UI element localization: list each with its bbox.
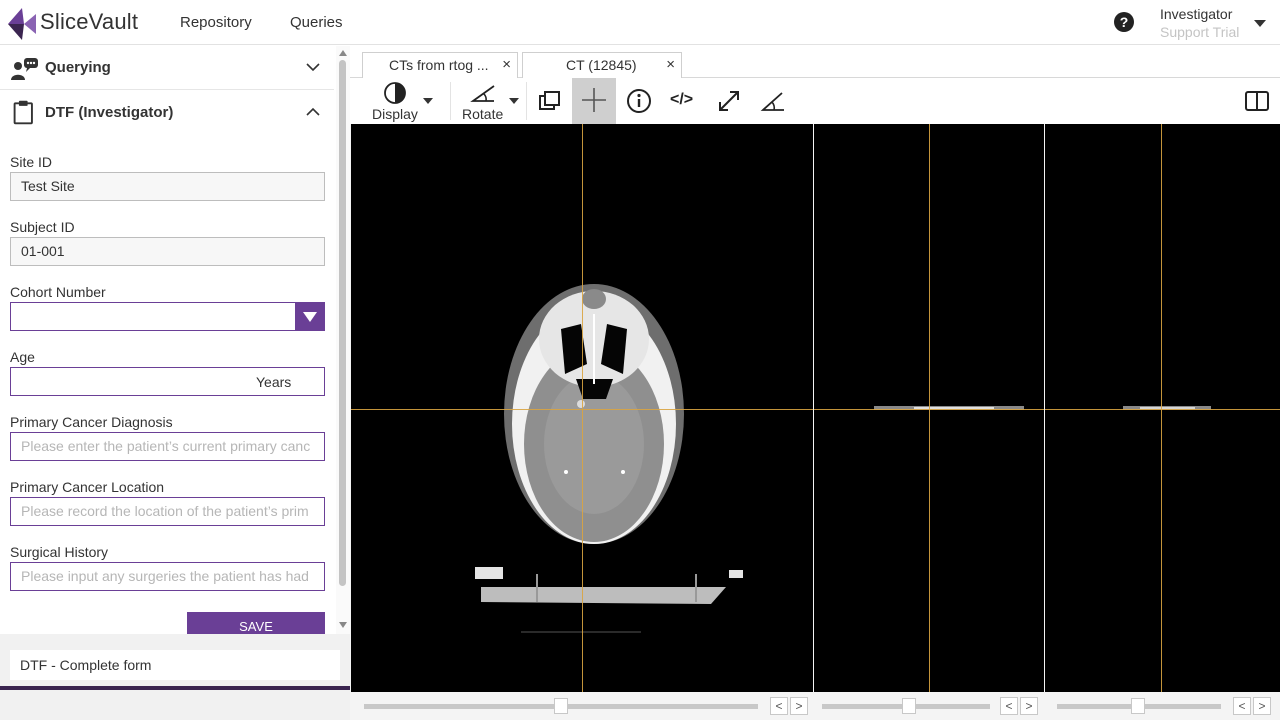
crosshair-horizontal[interactable] <box>814 409 1044 410</box>
subject-id-field[interactable]: 01-001 <box>10 237 325 266</box>
next-slice-button[interactable]: > <box>1253 697 1271 715</box>
top-bar: SliceVault Repository Queries ? Investig… <box>0 0 1280 45</box>
display-caret-icon[interactable] <box>423 98 433 104</box>
info-icon <box>627 89 651 113</box>
sidebar-scrollbar[interactable] <box>336 46 350 636</box>
tab-ct-12845[interactable]: CT (12845) × <box>522 52 682 78</box>
code-button[interactable]: </> <box>664 78 704 124</box>
rotate-label: Rotate <box>462 106 504 122</box>
close-icon[interactable]: × <box>666 56 675 73</box>
site-id-field[interactable]: Test Site <box>10 172 325 201</box>
scroll-down-icon[interactable] <box>339 622 347 628</box>
surgical-history-field[interactable]: Please input any surgeries the patient h… <box>10 562 325 591</box>
dtf-title: DTF (Investigator) <box>45 104 174 121</box>
slicevault-logo-icon[interactable] <box>4 4 38 42</box>
location-label: Primary Cancer Location <box>10 479 165 495</box>
next-slice-button[interactable]: > <box>1020 697 1038 715</box>
brand-name[interactable]: SliceVault <box>40 9 138 35</box>
sagittal-slice-bar: < > <box>1045 694 1280 718</box>
tab-label: CT (12845) <box>566 57 637 73</box>
info-button[interactable] <box>620 78 660 124</box>
tab-ct-series[interactable]: CTs from rtog ... × <box>362 52 518 78</box>
left-panel: Querying DTF (Investigator) Site ID Test… <box>0 46 350 720</box>
surgical-history-label: Surgical History <box>10 544 109 560</box>
save-button[interactable]: SAVE <box>187 612 325 634</box>
coronal-viewport[interactable] <box>814 124 1044 692</box>
scroll-up-icon[interactable] <box>339 50 347 56</box>
angle-rotate-icon <box>470 85 495 102</box>
querying-title: Querying <box>45 59 111 76</box>
cohort-number-select[interactable] <box>10 302 325 331</box>
user-role: Support Trial <box>1160 24 1240 40</box>
crosshair-button[interactable] <box>572 78 616 124</box>
crosshair-horizontal[interactable] <box>351 409 813 410</box>
viewer-toolbar: Display Rotate </> <box>350 78 1280 124</box>
crosshair-horizontal[interactable] <box>1045 409 1280 410</box>
display-label: Display <box>372 106 418 122</box>
diagnosis-field[interactable]: Please enter the patient’s current prima… <box>10 432 325 461</box>
dtf-complete-form-item[interactable]: DTF - Complete form <box>10 650 340 680</box>
dropdown-arrow-icon[interactable] <box>295 302 325 331</box>
next-slice-button[interactable]: > <box>790 697 808 715</box>
expand-icon <box>719 91 739 111</box>
axial-slice-thumb[interactable] <box>554 698 568 714</box>
cohort-number-label: Cohort Number <box>10 284 106 300</box>
sagittal-slice-thumb[interactable] <box>1131 698 1145 714</box>
angle-measure-button[interactable] <box>754 78 794 124</box>
coronal-slice-thumb[interactable] <box>902 698 916 714</box>
axial-slice-bar: < > <box>350 694 813 718</box>
viewer-tabs: CTs from rtog ... × CT (12845) × <box>350 46 1280 78</box>
crosshair-vertical[interactable] <box>582 124 583 692</box>
split-view-icon <box>1245 91 1269 111</box>
chevron-up-icon[interactable] <box>306 105 320 119</box>
crosshair-icon <box>582 88 606 112</box>
prev-slice-button[interactable]: < <box>1000 697 1018 715</box>
close-icon[interactable]: × <box>502 56 511 73</box>
crosshair-vertical[interactable] <box>929 124 930 692</box>
coronal-slice-bar: < > <box>814 694 1044 718</box>
users-chat-icon <box>11 58 38 80</box>
angle-measure-icon <box>760 92 784 111</box>
age-unit: Years <box>256 374 292 390</box>
tab-label: CTs from rtog ... <box>389 57 489 73</box>
toolbar-separator <box>526 82 527 120</box>
dtf-section-header[interactable]: DTF (Investigator) <box>0 91 334 137</box>
axial-viewport[interactable] <box>351 124 813 692</box>
scrollbar-thumb[interactable] <box>339 60 346 586</box>
image-viewer: CTs from rtog ... × CT (12845) × Display… <box>350 46 1280 720</box>
prev-slice-button[interactable]: < <box>1233 697 1251 715</box>
surgical-history-placeholder: Please input any surgeries the patient h… <box>21 568 309 584</box>
layers-icon <box>539 91 560 110</box>
nav-repository[interactable]: Repository <box>180 14 252 31</box>
site-id-label: Site ID <box>10 154 53 170</box>
sagittal-slice-image <box>1123 406 1211 410</box>
diagnosis-placeholder: Please enter the patient’s current prima… <box>21 438 311 454</box>
sagittal-viewport[interactable] <box>1045 124 1280 692</box>
user-name[interactable]: Investigator <box>1160 6 1232 22</box>
age-label: Age <box>10 349 35 365</box>
clipboard-icon <box>13 100 33 125</box>
panel-footer <box>0 690 350 720</box>
layers-button[interactable] <box>530 78 570 124</box>
prev-slice-button[interactable]: < <box>770 697 788 715</box>
contrast-icon <box>384 82 406 104</box>
querying-section-header[interactable]: Querying <box>0 46 334 90</box>
subject-id-label: Subject ID <box>10 219 75 235</box>
location-placeholder: Please record the location of the patien… <box>21 503 309 519</box>
location-field[interactable]: Please record the location of the patien… <box>10 497 325 526</box>
split-view-button[interactable] <box>1240 78 1276 124</box>
crosshair-vertical[interactable] <box>1161 124 1162 692</box>
user-menu-caret-icon[interactable] <box>1254 20 1266 27</box>
chevron-down-icon[interactable] <box>306 60 320 74</box>
nav-queries[interactable]: Queries <box>290 14 343 31</box>
help-icon[interactable]: ? <box>1114 12 1134 32</box>
fullscreen-button[interactable] <box>710 78 750 124</box>
rotate-caret-icon[interactable] <box>509 98 519 104</box>
toolbar-separator <box>450 82 451 120</box>
diagnosis-label: Primary Cancer Diagnosis <box>10 414 173 430</box>
code-icon: </> <box>670 91 694 108</box>
